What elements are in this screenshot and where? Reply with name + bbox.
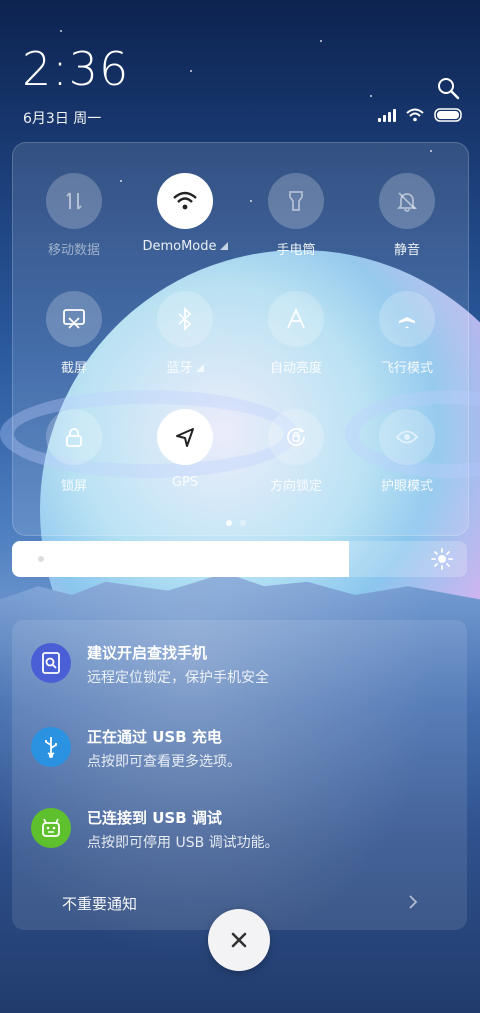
tile-wifi[interactable]: DemoMode (130, 173, 240, 283)
tile-flashlight[interactable]: 手电筒 (241, 173, 351, 283)
wifi-status-icon (406, 108, 424, 122)
tile-eye-care[interactable]: 护眼模式 (352, 409, 462, 519)
tile-mobile-data[interactable]: 移动数据 (19, 173, 129, 283)
tile-lock-screen[interactable]: 锁屏 (19, 409, 129, 519)
page-dot-active (226, 520, 232, 526)
expand-arrow-icon (219, 242, 228, 250)
battery-icon (434, 108, 462, 122)
chevron-right-icon[interactable] (406, 893, 420, 911)
find-phone-icon (31, 643, 71, 683)
bluetooth-icon (157, 291, 213, 347)
screenshot-icon (46, 291, 102, 347)
tile-screenshot[interactable]: 截屏 (19, 291, 129, 401)
android-icon (31, 808, 71, 848)
quick-settings-panel: 移动数据 DemoMode 手电筒 静音 截屏 蓝牙 自动亮度 飞行模式 锁屏 … (12, 142, 469, 536)
tile-airplane[interactable]: 飞行模式 (352, 291, 462, 401)
lock-icon (46, 409, 102, 465)
bell-mute-icon (379, 173, 435, 229)
unimportant-notifications[interactable]: 不重要通知 (62, 893, 137, 914)
search-icon[interactable] (436, 76, 460, 100)
clock: 2:36 (22, 42, 130, 96)
mobile-data-icon (46, 173, 102, 229)
notification-usb-charging[interactable]: 正在通过 USB 充电 点按即可查看更多选项。 (12, 707, 467, 777)
page-indicator (226, 520, 246, 526)
notification-list: 建议开启查找手机 远程定位锁定，保护手机安全 正在通过 USB 充电 点按即可查… (12, 620, 467, 930)
tile-bluetooth[interactable]: 蓝牙 (130, 291, 240, 401)
brightness-fill (12, 541, 349, 577)
brightness-high-icon (431, 548, 453, 570)
brightness-low-icon (38, 556, 44, 562)
rotation-lock-icon (268, 409, 324, 465)
airplane-icon (379, 291, 435, 347)
flashlight-icon (268, 173, 324, 229)
tile-mute[interactable]: 静音 (352, 173, 462, 283)
gps-icon (157, 409, 213, 465)
page-dot (240, 520, 246, 526)
wifi-icon (157, 173, 213, 229)
tile-auto-brightness[interactable]: 自动亮度 (241, 291, 351, 401)
tile-gps[interactable]: GPS (130, 409, 240, 519)
brightness-slider[interactable] (12, 541, 467, 577)
tile-rotation-lock[interactable]: 方向锁定 (241, 409, 351, 519)
notification-usb-debugging[interactable]: 已连接到 USB 调试 点按即可停用 USB 调试功能。 (12, 788, 467, 858)
usb-icon (31, 727, 71, 767)
status-bar: 2:36 6月3日 周一 (0, 0, 480, 140)
signal-icon (378, 108, 396, 122)
clear-all-button[interactable] (208, 909, 270, 971)
close-icon (231, 932, 247, 948)
expand-arrow-icon (195, 364, 204, 372)
date: 6月3日 周一 (23, 111, 102, 127)
system-icons (378, 108, 464, 122)
eye-icon (379, 409, 435, 465)
notification-find-phone[interactable]: 建议开启查找手机 远程定位锁定，保护手机安全 (12, 623, 467, 693)
auto-brightness-icon (268, 291, 324, 347)
